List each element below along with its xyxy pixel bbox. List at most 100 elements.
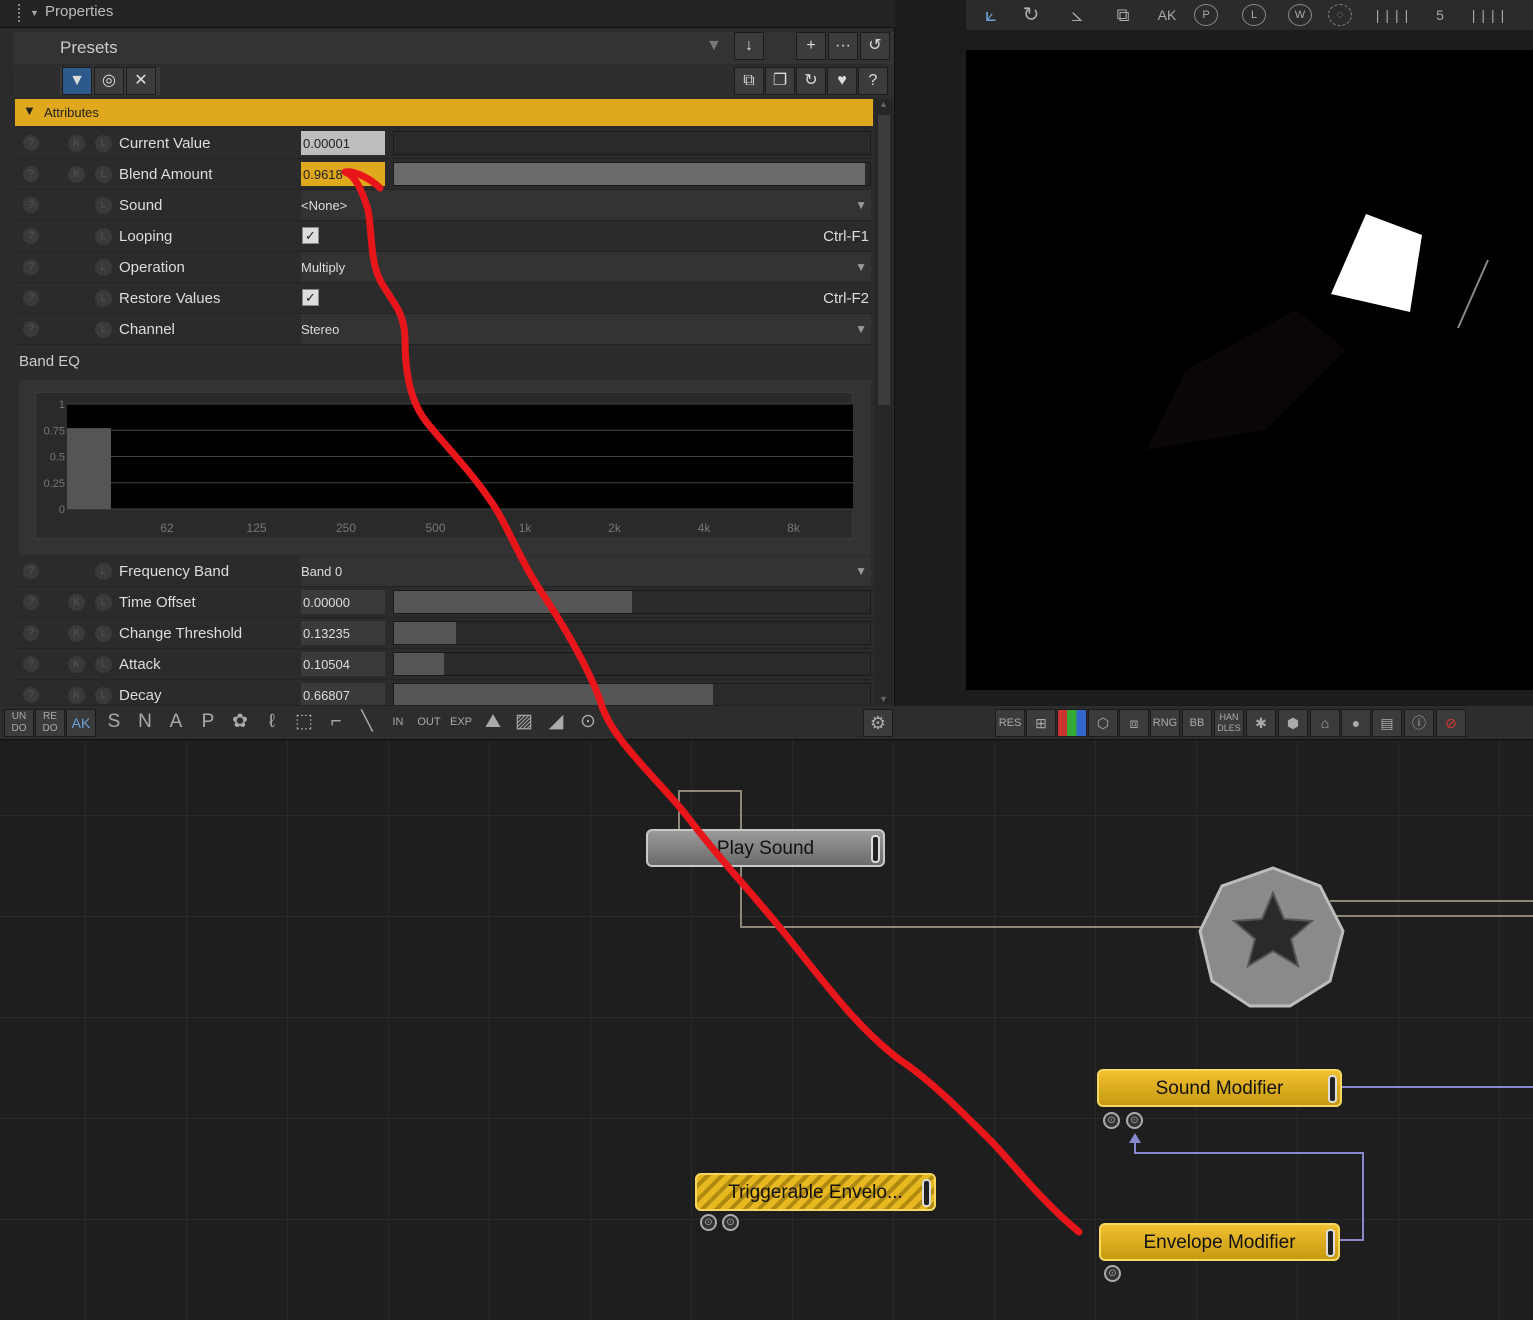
cube-icon[interactable]: ⬡ bbox=[1088, 709, 1118, 737]
link-icon[interactable]: L bbox=[95, 594, 112, 611]
circle-select-icon[interactable]: ◌ bbox=[1328, 4, 1352, 26]
help-icon[interactable]: ? bbox=[23, 625, 39, 641]
change-threshold-slider[interactable] bbox=[393, 621, 871, 645]
link-icon[interactable]: L bbox=[95, 656, 112, 673]
warning-icon[interactable]: ⓘ bbox=[1404, 709, 1434, 737]
scale-icon[interactable]: ⦣ bbox=[1060, 2, 1094, 28]
res-button[interactable]: RES bbox=[995, 709, 1025, 737]
white-cube-object[interactable] bbox=[1331, 214, 1422, 312]
link-icon[interactable]: L bbox=[95, 321, 112, 338]
target-icon[interactable]: ⊙ bbox=[573, 709, 603, 737]
render-viewport[interactable] bbox=[966, 50, 1533, 690]
in-button[interactable]: IN bbox=[383, 709, 413, 737]
clear-filter-icon[interactable]: ✕ bbox=[126, 67, 156, 95]
help-icon[interactable]: ? bbox=[23, 687, 39, 703]
expand-arrow-icon[interactable]: ▼ bbox=[23, 103, 36, 118]
channel-select[interactable]: Stereo ▼ bbox=[301, 314, 871, 344]
properties-scrollbar[interactable]: ▲ ▼ bbox=[875, 99, 893, 704]
vr-icon[interactable]: ⌂ bbox=[1310, 709, 1340, 737]
looping-checkbox[interactable]: ✓ bbox=[302, 227, 319, 244]
input-port-icon[interactable]: ⊙ bbox=[1104, 1265, 1121, 1282]
linear-curve-icon[interactable]: ╲ bbox=[352, 709, 382, 737]
sound-select[interactable]: <None> ▼ bbox=[301, 190, 871, 220]
color-bars-icon[interactable] bbox=[1057, 709, 1087, 737]
restore-values-checkbox[interactable]: ✓ bbox=[302, 289, 319, 306]
keyframe-icon[interactable]: K bbox=[68, 594, 85, 611]
operation-select[interactable]: Multiply ▼ bbox=[301, 252, 871, 282]
scroll-up-icon[interactable]: ▲ bbox=[879, 99, 888, 109]
paste-icon[interactable]: ❐ bbox=[765, 67, 795, 95]
scrollbar-thumb[interactable] bbox=[878, 115, 890, 405]
help-icon[interactable]: ? bbox=[23, 197, 39, 213]
axis-icon[interactable]: ⟀ bbox=[974, 2, 1008, 28]
presets-dropdown-icon[interactable]: ▼ bbox=[706, 37, 722, 55]
time-offset-slider[interactable] bbox=[393, 590, 871, 614]
help-icon[interactable]: ? bbox=[23, 594, 39, 610]
keyframe-icon[interactable]: K bbox=[68, 687, 85, 704]
p-button[interactable]: P bbox=[193, 709, 223, 737]
drag-grip-icon[interactable] bbox=[18, 4, 24, 22]
link-icon[interactable]: L bbox=[95, 625, 112, 642]
sphere-icon[interactable]: ● bbox=[1341, 709, 1371, 737]
reset-icon[interactable]: ↺ bbox=[860, 32, 890, 60]
panel-icon[interactable]: ▤ bbox=[1372, 709, 1402, 737]
revert-icon[interactable]: ↻ bbox=[796, 67, 826, 95]
layers-icon[interactable]: ⧈ bbox=[1119, 709, 1149, 737]
n-button[interactable]: N bbox=[130, 709, 160, 737]
copy-icon[interactable]: ⧉ bbox=[734, 67, 764, 95]
help-icon[interactable]: ? bbox=[23, 228, 39, 244]
keyframe-icon[interactable]: K bbox=[68, 135, 85, 152]
scroll-down-icon[interactable]: ▼ bbox=[879, 694, 888, 704]
handles-button[interactable]: HAN DLES bbox=[1214, 709, 1244, 737]
link-icon[interactable]: L bbox=[95, 563, 112, 580]
select-box-icon[interactable]: ⬚ bbox=[289, 709, 319, 737]
sound-modifier-node[interactable]: Sound Modifier bbox=[1097, 1069, 1342, 1107]
eq-band-bar[interactable] bbox=[67, 428, 111, 509]
grid-icon[interactable]: ⊞ bbox=[1026, 709, 1056, 737]
more-icon[interactable]: ··· bbox=[828, 32, 858, 60]
hatch-icon[interactable]: ▨ bbox=[509, 709, 539, 737]
link-icon[interactable]: L bbox=[95, 197, 112, 214]
step-curve-icon[interactable]: ⌐ bbox=[321, 709, 351, 737]
help-icon[interactable]: ? bbox=[23, 321, 39, 337]
link-icon[interactable]: L bbox=[95, 259, 112, 276]
filter-icon[interactable]: ▼ bbox=[62, 67, 92, 95]
exp-button[interactable]: EXP bbox=[446, 709, 476, 737]
favorite-icon[interactable]: ♥ bbox=[827, 67, 857, 95]
current-value-slider[interactable] bbox=[393, 131, 871, 155]
node-output-handle[interactable] bbox=[922, 1179, 931, 1207]
keyframe-icon[interactable]: K bbox=[68, 625, 85, 642]
graph-settings-gear-icon[interactable]: ⚙ bbox=[863, 709, 893, 737]
s-button[interactable]: S bbox=[99, 709, 129, 737]
bounds-icon[interactable]: ⧉ bbox=[1106, 2, 1140, 28]
ak-button[interactable]: AK bbox=[66, 709, 96, 737]
play-sound-node[interactable]: Play Sound bbox=[646, 829, 885, 867]
band-eq-graph[interactable]: 1 0.75 0.5 0.25 0 62 125 250 500 1k 2k 4k 8k bbox=[35, 392, 853, 539]
lasso-icon[interactable]: ℓ bbox=[257, 709, 287, 737]
undo-button[interactable]: UN DO bbox=[4, 709, 34, 737]
attack-field[interactable]: 0.10504 bbox=[301, 652, 385, 676]
link-icon[interactable]: L bbox=[95, 687, 112, 704]
help-icon[interactable]: ? bbox=[23, 563, 39, 579]
dropdown-arrow-icon[interactable]: ▼ bbox=[855, 260, 867, 274]
out-button[interactable]: OUT bbox=[414, 709, 444, 737]
dropdown-arrow-icon[interactable]: ▼ bbox=[855, 198, 867, 212]
triggerable-envelope-node[interactable]: Triggerable Envelo... bbox=[695, 1173, 936, 1211]
change-threshold-field[interactable]: 0.13235 bbox=[301, 621, 385, 645]
viewport-w-button[interactable]: W bbox=[1288, 4, 1312, 26]
collapse-arrow-icon[interactable]: ▼ bbox=[30, 8, 39, 18]
viewport-p-button[interactable]: P bbox=[1194, 4, 1218, 26]
time-offset-field[interactable]: 0.00000 bbox=[301, 590, 385, 614]
attributes-section-header[interactable]: ▼ Attributes bbox=[15, 99, 873, 126]
bounce-icon[interactable]: ⛰ bbox=[478, 709, 508, 737]
current-value-field[interactable]: 0.00001 bbox=[301, 131, 385, 155]
envelope-modifier-node[interactable]: Envelope Modifier bbox=[1099, 1223, 1340, 1261]
help-icon[interactable]: ? bbox=[23, 259, 39, 275]
dropdown-arrow-icon[interactable]: ▼ bbox=[855, 322, 867, 336]
node-output-handle[interactable] bbox=[1328, 1075, 1337, 1103]
link-icon[interactable]: L bbox=[95, 135, 112, 152]
node-output-handle[interactable] bbox=[1326, 1229, 1335, 1257]
viewport-l-button[interactable]: L bbox=[1242, 4, 1266, 26]
input-port-icon[interactable]: ⊙ bbox=[1103, 1112, 1120, 1129]
help-icon[interactable]: ? bbox=[23, 656, 39, 672]
